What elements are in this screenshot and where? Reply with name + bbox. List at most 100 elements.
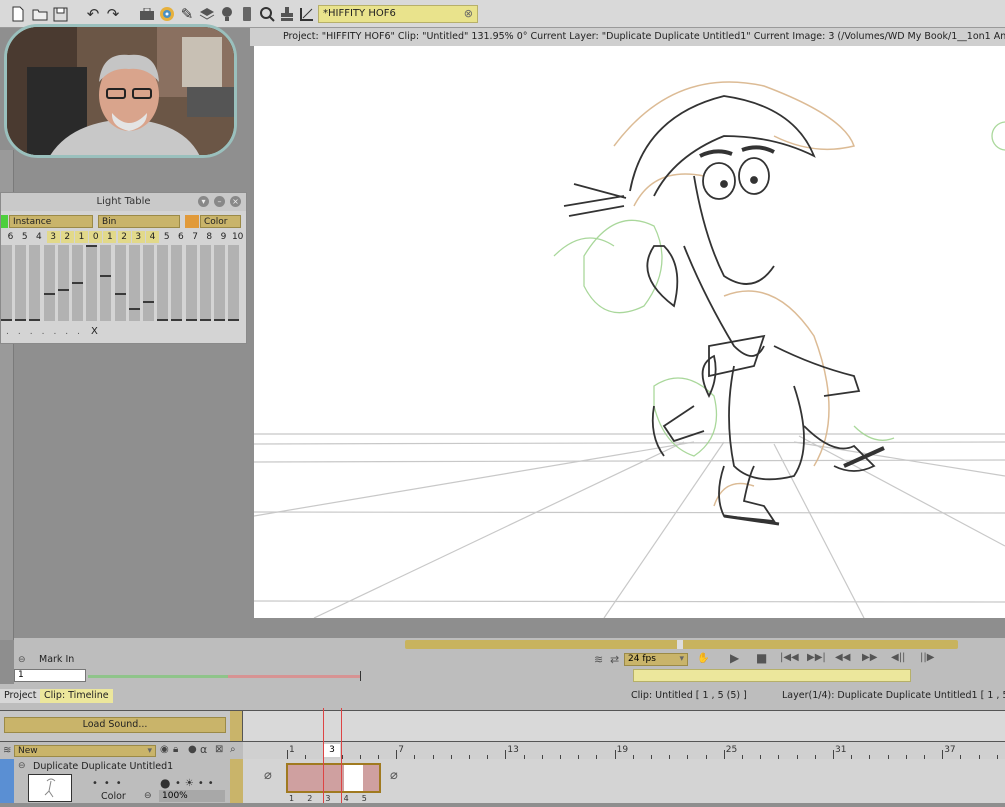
opacity-slider[interactable] [214, 245, 225, 321]
last-frame-icon[interactable]: ▶▶| [807, 652, 826, 663]
layer-track-handle[interactable] [230, 759, 243, 803]
new-layer-select[interactable]: New ▾ [14, 745, 156, 757]
opacity-slider[interactable] [171, 245, 183, 321]
drawing-canvas[interactable] [253, 46, 1005, 619]
layer-thumbnail[interactable] [28, 774, 72, 802]
lightbulb-icon[interactable] [217, 4, 237, 24]
opacity-slider[interactable] [228, 245, 240, 321]
stop-icon[interactable]: ■ [756, 651, 767, 665]
cross-icon[interactable]: ⊠ [215, 744, 223, 755]
slider-knob[interactable] [29, 319, 41, 321]
prev-key-icon[interactable]: ◀◀ [835, 652, 850, 663]
next-frame-icon[interactable]: ||▶ [920, 652, 934, 663]
slider-knob[interactable] [43, 293, 55, 296]
slider-knob[interactable] [171, 319, 183, 321]
loop-icon[interactable]: ⇄ [610, 653, 619, 666]
bin-header[interactable]: Bin [98, 215, 180, 228]
slider-knob[interactable] [214, 319, 225, 321]
instance-header[interactable]: Instance [9, 215, 93, 228]
current-frame-indicator[interactable]: 3 [324, 744, 340, 757]
new-doc-icon[interactable] [8, 4, 28, 24]
playback-range-bar[interactable] [633, 669, 911, 682]
scrubber-handle[interactable] [677, 640, 683, 649]
color-toggle-icon[interactable]: ⊖ [144, 791, 152, 801]
opacity-slider[interactable] [57, 245, 69, 321]
slider-knob[interactable] [199, 319, 211, 321]
opacity-slider[interactable] [100, 245, 112, 321]
opacity-slider[interactable] [199, 245, 211, 321]
minimize-icon[interactable]: – [214, 196, 225, 207]
slider-knob[interactable] [100, 274, 112, 277]
opacity-slider[interactable] [1, 245, 12, 321]
slider-knob[interactable] [157, 319, 169, 321]
tab-clip-timeline[interactable]: Clip: Timeline [40, 689, 113, 703]
blend-dot-icon[interactable]: ● [160, 776, 170, 790]
fps-select[interactable]: 24 fps ▾ [624, 653, 688, 666]
tab-project[interactable]: Project [0, 689, 41, 703]
opacity-slider[interactable] [185, 245, 197, 321]
color-wheel-icon[interactable] [157, 4, 177, 24]
opacity-slider[interactable] [72, 245, 83, 321]
mark-in-field[interactable]: 1 [14, 669, 86, 682]
search-icon[interactable]: ⌕ [230, 744, 236, 755]
undo-icon[interactable]: ↶ [83, 4, 103, 24]
opacity-slider[interactable] [157, 245, 169, 321]
close-icon[interactable]: × [230, 196, 241, 207]
opacity-slider[interactable] [114, 245, 126, 321]
opacity-slider[interactable] [128, 245, 140, 321]
opacity-field[interactable]: 100% [159, 790, 225, 802]
color-header[interactable]: Color [200, 215, 241, 228]
play-icon[interactable]: ▶ [730, 651, 739, 665]
eye-icon[interactable]: ◉ [160, 744, 169, 755]
onion-skin-icon[interactable]: ≋ [594, 653, 603, 666]
collapse-icon[interactable]: ▾ [198, 196, 209, 207]
load-sound-button[interactable]: Load Sound... [4, 717, 226, 733]
brush-icon[interactable]: ✎ [177, 4, 197, 24]
clip-block[interactable] [286, 763, 381, 793]
prev-frame-icon[interactable]: ◀|| [891, 652, 905, 663]
sound-track-handle[interactable] [230, 711, 242, 741]
project-name-field[interactable]: *HIFFITY HOF6 ⊗ [318, 5, 478, 23]
opacity-slider[interactable] [29, 245, 41, 321]
lightbulb-icon[interactable]: ● [188, 744, 197, 755]
slider-knob[interactable] [1, 319, 12, 321]
clear-icon[interactable]: ⊗ [464, 6, 473, 22]
selected-frame-cell[interactable] [344, 765, 363, 791]
opacity-slider[interactable] [15, 245, 27, 321]
slider-knob[interactable] [143, 300, 154, 303]
blend-options-icon[interactable]: •☀•• [175, 778, 218, 789]
ruler-label: 1 [289, 745, 295, 755]
hand-icon[interactable]: ✋ [697, 653, 709, 664]
next-key-icon[interactable]: ▶▶ [862, 652, 877, 663]
lock-icon[interactable]: 🔒︎ [173, 744, 178, 755]
slider-knob[interactable] [128, 307, 140, 310]
transform-icon[interactable] [297, 4, 317, 24]
redo-icon[interactable]: ↷ [103, 4, 123, 24]
open-folder-icon[interactable] [30, 4, 50, 24]
frame-number: 1 [289, 794, 295, 803]
slider-knob[interactable] [57, 289, 69, 292]
layer-row-header[interactable]: ⊖ Duplicate Duplicate Untitled1 ••• ● •☀… [0, 759, 230, 803]
zoom-icon[interactable] [257, 4, 277, 24]
color-swatch[interactable] [185, 215, 199, 228]
slider-knob[interactable] [228, 319, 240, 321]
mobile-icon[interactable] [237, 4, 257, 24]
slider-knob[interactable] [86, 245, 98, 247]
layer-options-dots[interactable]: ••• [92, 778, 128, 789]
save-icon[interactable] [50, 4, 70, 24]
slider-knob[interactable] [72, 282, 83, 284]
layers-stack-icon[interactable]: ≋ [3, 745, 11, 756]
toolbox-icon[interactable] [137, 4, 157, 24]
slider-knob[interactable] [15, 319, 27, 321]
slider-knob[interactable] [185, 319, 197, 321]
opacity-slider[interactable] [43, 245, 55, 321]
stamp-icon[interactable] [277, 4, 297, 24]
slider-knob[interactable] [114, 293, 126, 296]
layers-icon[interactable] [197, 4, 217, 24]
opacity-slider[interactable] [86, 245, 98, 321]
collapse-layer-icon[interactable]: ⊖ [18, 761, 26, 771]
first-frame-icon[interactable]: |◀◀ [780, 652, 799, 663]
mark-in-toggle-icon[interactable]: ⊖ [18, 655, 26, 665]
opacity-slider[interactable] [143, 245, 154, 321]
alpha-icon[interactable]: α [200, 743, 207, 756]
